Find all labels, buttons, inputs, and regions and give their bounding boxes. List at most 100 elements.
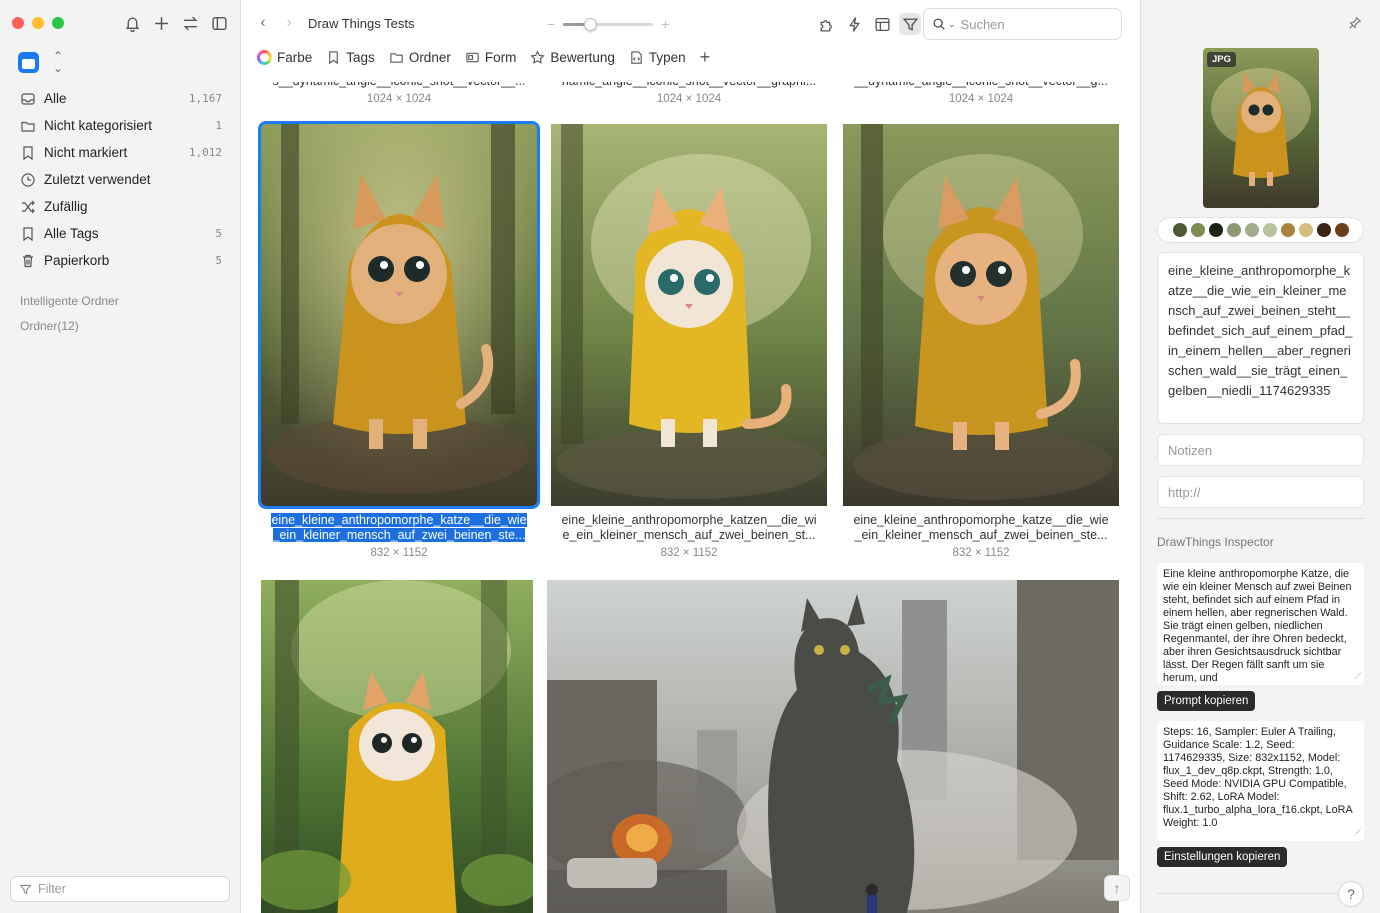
filter-color-label: Farbe xyxy=(277,49,313,65)
zoom-in-icon[interactable]: + xyxy=(661,16,669,32)
url-placeholder: http:// xyxy=(1168,484,1201,500)
puzzle-icon[interactable] xyxy=(815,13,837,35)
zoom-out-icon[interactable]: − xyxy=(547,16,555,32)
sidebar-item-uncategorized[interactable]: Nicht kategorisiert 1 xyxy=(10,112,230,139)
add-filter-button[interactable]: + xyxy=(700,48,711,66)
settings-text: Steps: 16, Sampler: Euler A Trailing, Gu… xyxy=(1163,726,1353,829)
copy-settings-button[interactable]: Einstellungen kopieren xyxy=(1157,847,1288,867)
copy-prompt-button[interactable]: Prompt kopieren xyxy=(1157,691,1256,711)
bell-icon[interactable] xyxy=(122,13,142,33)
filename-field[interactable]: eine_kleine_anthropomorphe_katze__die_wi… xyxy=(1157,252,1364,424)
filter-icon[interactable] xyxy=(899,13,921,35)
resize-handle-icon[interactable]: ⟋ xyxy=(1355,826,1361,839)
filter-shape-label: Form xyxy=(484,49,517,65)
swap-arrows-icon[interactable] xyxy=(180,13,200,33)
plus-icon[interactable] xyxy=(151,13,171,33)
zoom-slider[interactable] xyxy=(563,17,654,31)
grid-item-dimensions: 1024 × 1024 xyxy=(948,93,1014,105)
color-swatch[interactable] xyxy=(1280,223,1295,237)
forward-icon[interactable]: › xyxy=(281,14,297,32)
notes-field[interactable]: Notizen xyxy=(1157,434,1364,466)
filter-placeholder: Filter xyxy=(38,882,66,896)
settings-textarea[interactable]: Steps: 16, Sampler: Euler A Trailing, Gu… xyxy=(1157,721,1364,841)
library-switcher[interactable]: ⌃ ⌄ xyxy=(18,50,63,74)
window-controls xyxy=(12,17,64,29)
color-swatch[interactable] xyxy=(1190,223,1205,237)
inspector-panel: JPG eine_kleine_anthropomorphe_katze__di… xyxy=(1140,0,1380,913)
sidebar-item-label: Nicht markiert xyxy=(44,145,128,160)
color-swatch[interactable] xyxy=(1334,223,1349,237)
grid-item-dimensions: 832 × 1152 xyxy=(660,547,718,559)
divider xyxy=(1157,893,1364,894)
color-palette xyxy=(1157,217,1364,243)
grid-item-caption[interactable]: eine_kleine_anthropomorphe_katzen__die_w… xyxy=(551,513,827,543)
filter-types-label: Typen xyxy=(648,49,686,65)
sidebar-item-label: Alle xyxy=(44,91,67,106)
grid-item-image[interactable] xyxy=(843,124,1119,506)
pin-icon[interactable] xyxy=(1348,16,1362,33)
sidebar: ⌃ ⌄ Alle 1,167 Nicht kategorisiert 1 Nich… xyxy=(0,0,241,913)
sidebar-item-label: Alle Tags xyxy=(44,226,99,241)
grid-item-caption-line: eine_kleine_anthropomorphe_katze__die_wi… xyxy=(271,513,527,527)
search-input[interactable]: ⌄ Suchen xyxy=(923,8,1122,40)
color-swatch[interactable] xyxy=(1244,223,1259,237)
filter-shape[interactable]: Form xyxy=(465,49,517,65)
grid-item-image[interactable] xyxy=(551,124,827,506)
color-swatch[interactable] xyxy=(1316,223,1331,237)
filter-folder[interactable]: Ordner xyxy=(389,50,451,65)
sidebar-item-label: Nicht kategorisiert xyxy=(44,118,153,133)
zoom-window-button[interactable] xyxy=(52,17,64,29)
color-wheel-icon xyxy=(257,49,272,65)
color-swatch[interactable] xyxy=(1208,223,1223,237)
sidebar-item-random[interactable]: Zufällig xyxy=(10,193,230,220)
minimize-window-button[interactable] xyxy=(32,17,44,29)
grid-item-image-selected[interactable] xyxy=(258,121,540,509)
layout-icon[interactable] xyxy=(871,13,893,35)
sidebar-toggle-icon[interactable] xyxy=(209,13,229,33)
filter-rating[interactable]: Bewertung xyxy=(530,50,615,65)
sidebar-item-untagged[interactable]: Nicht markiert 1,012 xyxy=(10,139,230,166)
help-button[interactable]: ? xyxy=(1338,881,1364,907)
clock-icon xyxy=(20,172,36,188)
color-swatch[interactable] xyxy=(1262,223,1277,237)
grid-item-dimensions: 832 × 1152 xyxy=(370,547,428,559)
prompt-textarea[interactable]: Eine kleine anthropomorphe Katze, die wi… xyxy=(1157,563,1364,685)
folder-icon xyxy=(390,52,403,63)
shuffle-icon xyxy=(20,199,36,215)
color-swatch[interactable] xyxy=(1298,223,1313,237)
grid-item-image[interactable] xyxy=(547,580,1119,913)
sidebar-item-all[interactable]: Alle 1,167 xyxy=(10,85,230,112)
window-title: Draw Things Tests xyxy=(308,16,415,31)
grid-item-caption[interactable]: eine_kleine_anthropomorphe_katze__die_wi… xyxy=(843,513,1119,543)
zoom-slider-thumb[interactable] xyxy=(584,17,598,31)
back-icon[interactable]: ‹ xyxy=(255,14,271,32)
filter-types[interactable]: Typen xyxy=(629,50,686,65)
sidebar-item-all-tags[interactable]: Alle Tags 5 xyxy=(10,220,230,247)
filter-tags-label: Tags xyxy=(346,49,375,65)
folders-section[interactable]: Ordner(12) xyxy=(20,319,79,333)
preview-image[interactable]: JPG xyxy=(1203,48,1319,208)
filter-color[interactable]: Farbe xyxy=(257,49,313,65)
sidebar-item-label: Zufällig xyxy=(44,199,88,214)
smart-folders-section[interactable]: Intelligente Ordner xyxy=(20,294,119,308)
bookmark-icon xyxy=(20,145,36,161)
color-swatch[interactable] xyxy=(1172,223,1187,237)
resize-handle-icon[interactable]: ⟋ xyxy=(1355,670,1361,683)
sidebar-item-count: 1,167 xyxy=(188,92,222,105)
scroll-to-top-button[interactable]: ↑ xyxy=(1104,875,1130,901)
filter-tags[interactable]: Tags xyxy=(326,50,375,65)
grid-item-caption-selected[interactable]: eine_kleine_anthropomorphe_katze__die_wi… xyxy=(261,513,537,543)
close-window-button[interactable] xyxy=(12,17,24,29)
main-toolbar: ‹ › Draw Things Tests − + ⌄ Suchen xyxy=(241,0,1140,46)
sidebar-item-recent[interactable]: Zuletzt verwendet xyxy=(10,166,230,193)
sidebar-list: Alle 1,167 Nicht kategorisiert 1 Nicht m… xyxy=(10,85,230,274)
zoom-control: − + xyxy=(547,16,669,32)
color-swatch[interactable] xyxy=(1226,223,1241,237)
sidebar-filter-input[interactable]: Filter xyxy=(10,876,230,902)
url-field[interactable]: http:// xyxy=(1157,476,1364,508)
grid-item-image[interactable] xyxy=(261,580,533,913)
grid-item-dimensions: 832 × 1152 xyxy=(952,547,1010,559)
grid-item-caption: namic_angle__iconic_shot__vector__graphi… xyxy=(561,74,817,88)
sidebar-item-trash[interactable]: Papierkorb 5 xyxy=(10,247,230,274)
lightning-icon[interactable] xyxy=(843,13,865,35)
